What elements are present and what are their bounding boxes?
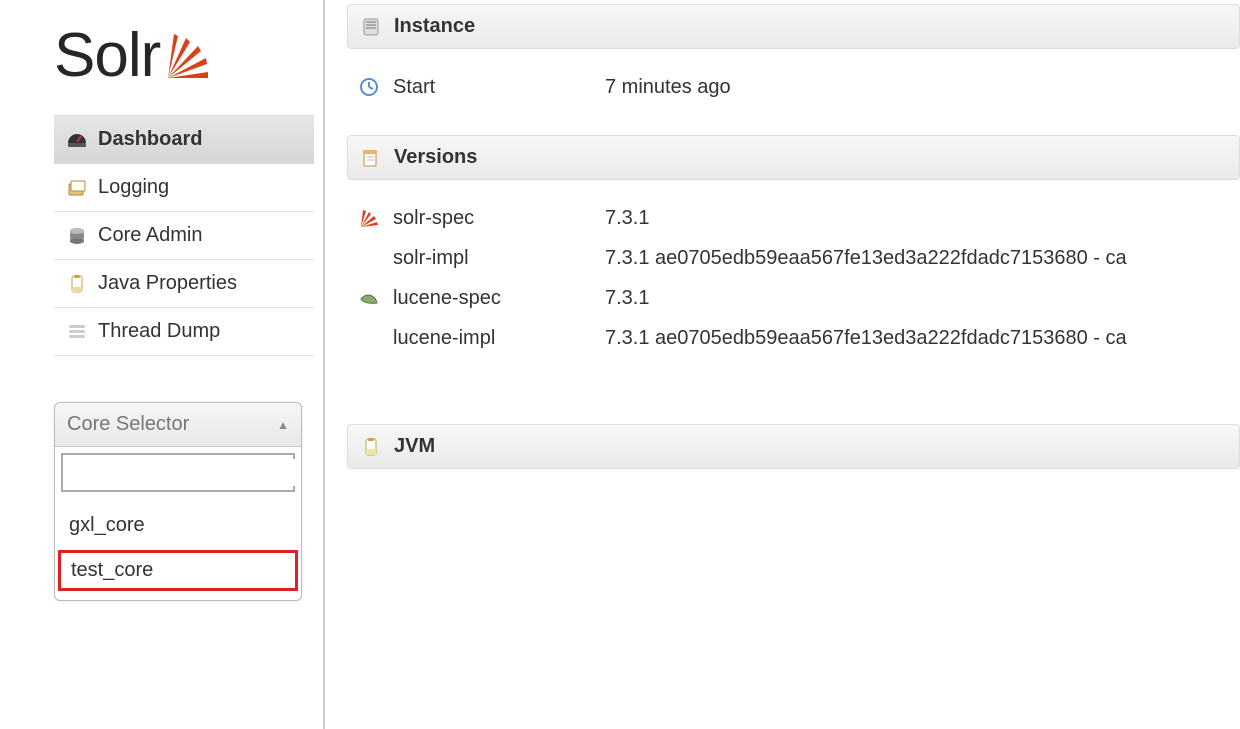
nav-label: Thread Dump — [98, 320, 220, 343]
nav-item-java-properties[interactable]: Java Properties — [54, 260, 314, 308]
caret-up-icon: ▲ — [277, 418, 289, 432]
solr-icon — [357, 206, 381, 230]
core-search-box — [61, 453, 295, 492]
nav-label: Java Properties — [98, 272, 237, 295]
jvm-icon — [360, 436, 382, 458]
clock-icon — [357, 75, 381, 99]
nav-label: Logging — [98, 176, 169, 199]
versions-panel-header: Versions — [347, 135, 1240, 180]
blank-icon — [357, 326, 381, 350]
nav-menu: Dashboard Logging — [54, 115, 314, 356]
sidebar: Solr — [0, 0, 325, 729]
versions-row-solr-impl: solr-impl 7.3.1 ae0705edb59eaa567fe13ed3… — [351, 238, 1236, 278]
instance-panel-body: Start 7 minutes ago — [347, 49, 1240, 133]
core-selector-toggle[interactable]: Core Selector ▲ — [55, 403, 301, 447]
core-list: gxl_core test_core — [55, 498, 301, 600]
nav-item-thread-dump[interactable]: Thread Dump — [54, 308, 314, 355]
row-value: 7.3.1 ae0705edb59eaa567fe13ed3a222fdadc7… — [605, 327, 1127, 350]
row-value: 7.3.1 ae0705edb59eaa567fe13ed3a222fdadc7… — [605, 247, 1127, 270]
instance-title: Instance — [394, 15, 475, 38]
nav-item-core-admin[interactable]: Core Admin — [54, 212, 314, 260]
nav-label: Core Admin — [98, 224, 203, 247]
core-item-label: gxl_core — [69, 514, 145, 536]
server-icon — [360, 16, 382, 38]
instance-start-row: Start 7 minutes ago — [351, 67, 1236, 107]
solr-logo-icon — [156, 24, 208, 76]
versions-row-solr-spec: solr-spec 7.3.1 — [351, 198, 1236, 238]
core-search-input[interactable] — [69, 459, 302, 486]
dashboard-icon — [66, 129, 88, 151]
logo: Solr — [0, 0, 323, 115]
instance-start-value: 7 minutes ago — [605, 76, 731, 99]
logo-text: Solr — [54, 20, 160, 91]
logging-icon — [66, 177, 88, 199]
nav-item-dashboard[interactable]: Dashboard — [54, 116, 314, 164]
versions-row-lucene-spec: lucene-spec 7.3.1 — [351, 278, 1236, 318]
nav-item-logging[interactable]: Logging — [54, 164, 314, 212]
row-value: 7.3.1 — [605, 287, 649, 310]
java-properties-icon — [66, 273, 88, 295]
core-item-test_core[interactable]: test_core — [57, 549, 299, 592]
versions-icon — [360, 147, 382, 169]
core-admin-icon — [66, 225, 88, 247]
core-selector: Core Selector ▲ gxl_core test_core — [54, 402, 302, 601]
versions-row-lucene-impl: lucene-impl 7.3.1 ae0705edb59eaa567fe13e… — [351, 318, 1236, 358]
jvm-panel-header: JVM — [347, 424, 1240, 469]
row-value: 7.3.1 — [605, 207, 649, 230]
versions-title: Versions — [394, 146, 477, 169]
blank-icon — [357, 246, 381, 270]
jvm-title: JVM — [394, 435, 435, 458]
core-item-gxl_core[interactable]: gxl_core — [55, 504, 301, 547]
core-item-label: test_core — [71, 559, 153, 581]
instance-panel-header: Instance — [347, 4, 1240, 49]
row-label: solr-impl — [393, 247, 593, 270]
row-label: lucene-spec — [393, 287, 593, 310]
row-label: solr-spec — [393, 207, 593, 230]
thread-dump-icon — [66, 321, 88, 343]
versions-panel-body: solr-spec 7.3.1 solr-impl 7.3.1 ae0705ed… — [347, 180, 1240, 384]
lucene-icon — [357, 286, 381, 310]
core-selector-title: Core Selector — [67, 413, 189, 436]
instance-start-label: Start — [393, 76, 593, 99]
row-label: lucene-impl — [393, 327, 593, 350]
nav-label: Dashboard — [98, 128, 202, 151]
main-content: Instance Start 7 minutes ago — [325, 0, 1240, 729]
